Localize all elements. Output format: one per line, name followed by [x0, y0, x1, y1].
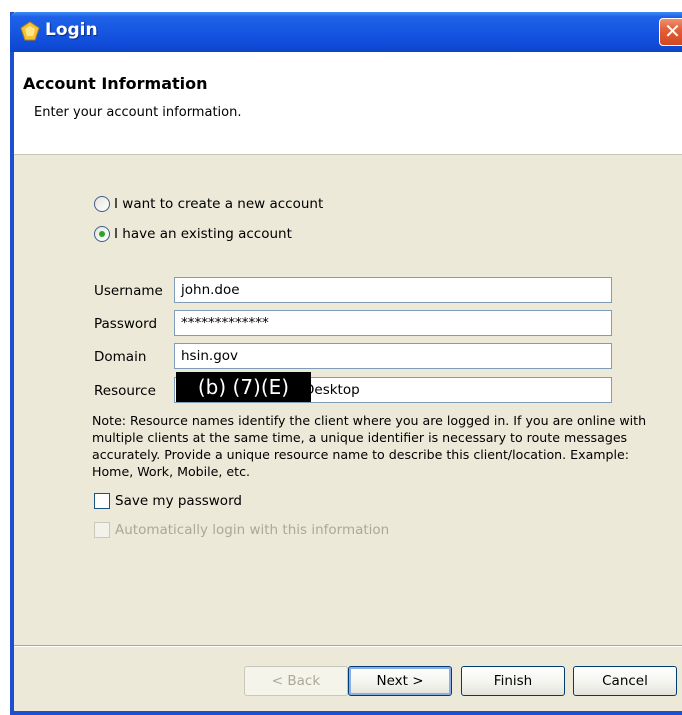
- radio-existing-account-label[interactable]: I have an existing account: [114, 226, 292, 242]
- domain-label: Domain: [94, 349, 147, 365]
- radio-create-account-label[interactable]: I want to create a new account: [114, 196, 323, 212]
- redaction-box: (b) (7)(E): [176, 372, 311, 402]
- title-bar[interactable]: Login ✕: [10, 12, 682, 52]
- app-logo-icon: [20, 21, 40, 41]
- radio-selected-dot: [99, 231, 105, 237]
- footer-divider: [14, 645, 682, 647]
- resource-note: Note: Resource names identify the client…: [92, 413, 647, 479]
- save-password-checkbox[interactable]: [94, 493, 110, 509]
- window-title: Login: [45, 20, 98, 40]
- back-button[interactable]: < Back: [244, 666, 348, 696]
- username-label: Username: [94, 283, 163, 299]
- page-subtitle: Enter your account information.: [34, 105, 242, 120]
- close-icon: ✕: [664, 19, 681, 43]
- radio-existing-account[interactable]: [94, 226, 110, 242]
- close-button[interactable]: ✕: [659, 18, 682, 46]
- cancel-button[interactable]: Cancel: [573, 666, 677, 696]
- login-window: Login ✕ Account Information Enter your a…: [10, 12, 682, 715]
- domain-input[interactable]: hsin.gov: [174, 343, 612, 369]
- auto-login-checkbox[interactable]: [94, 522, 110, 538]
- radio-create-account[interactable]: [94, 196, 110, 212]
- finish-button[interactable]: Finish: [461, 666, 565, 696]
- username-input[interactable]: john.doe: [174, 277, 612, 303]
- page-title: Account Information: [23, 74, 208, 93]
- next-button[interactable]: Next >: [348, 666, 452, 696]
- password-label: Password: [94, 316, 158, 332]
- resource-label: Resource: [94, 383, 156, 399]
- auto-login-label: Automatically login with this informatio…: [115, 522, 390, 538]
- save-password-label[interactable]: Save my password: [115, 493, 242, 509]
- password-input[interactable]: *************: [174, 310, 612, 336]
- wizard-header: Account Information Enter your account i…: [14, 52, 682, 155]
